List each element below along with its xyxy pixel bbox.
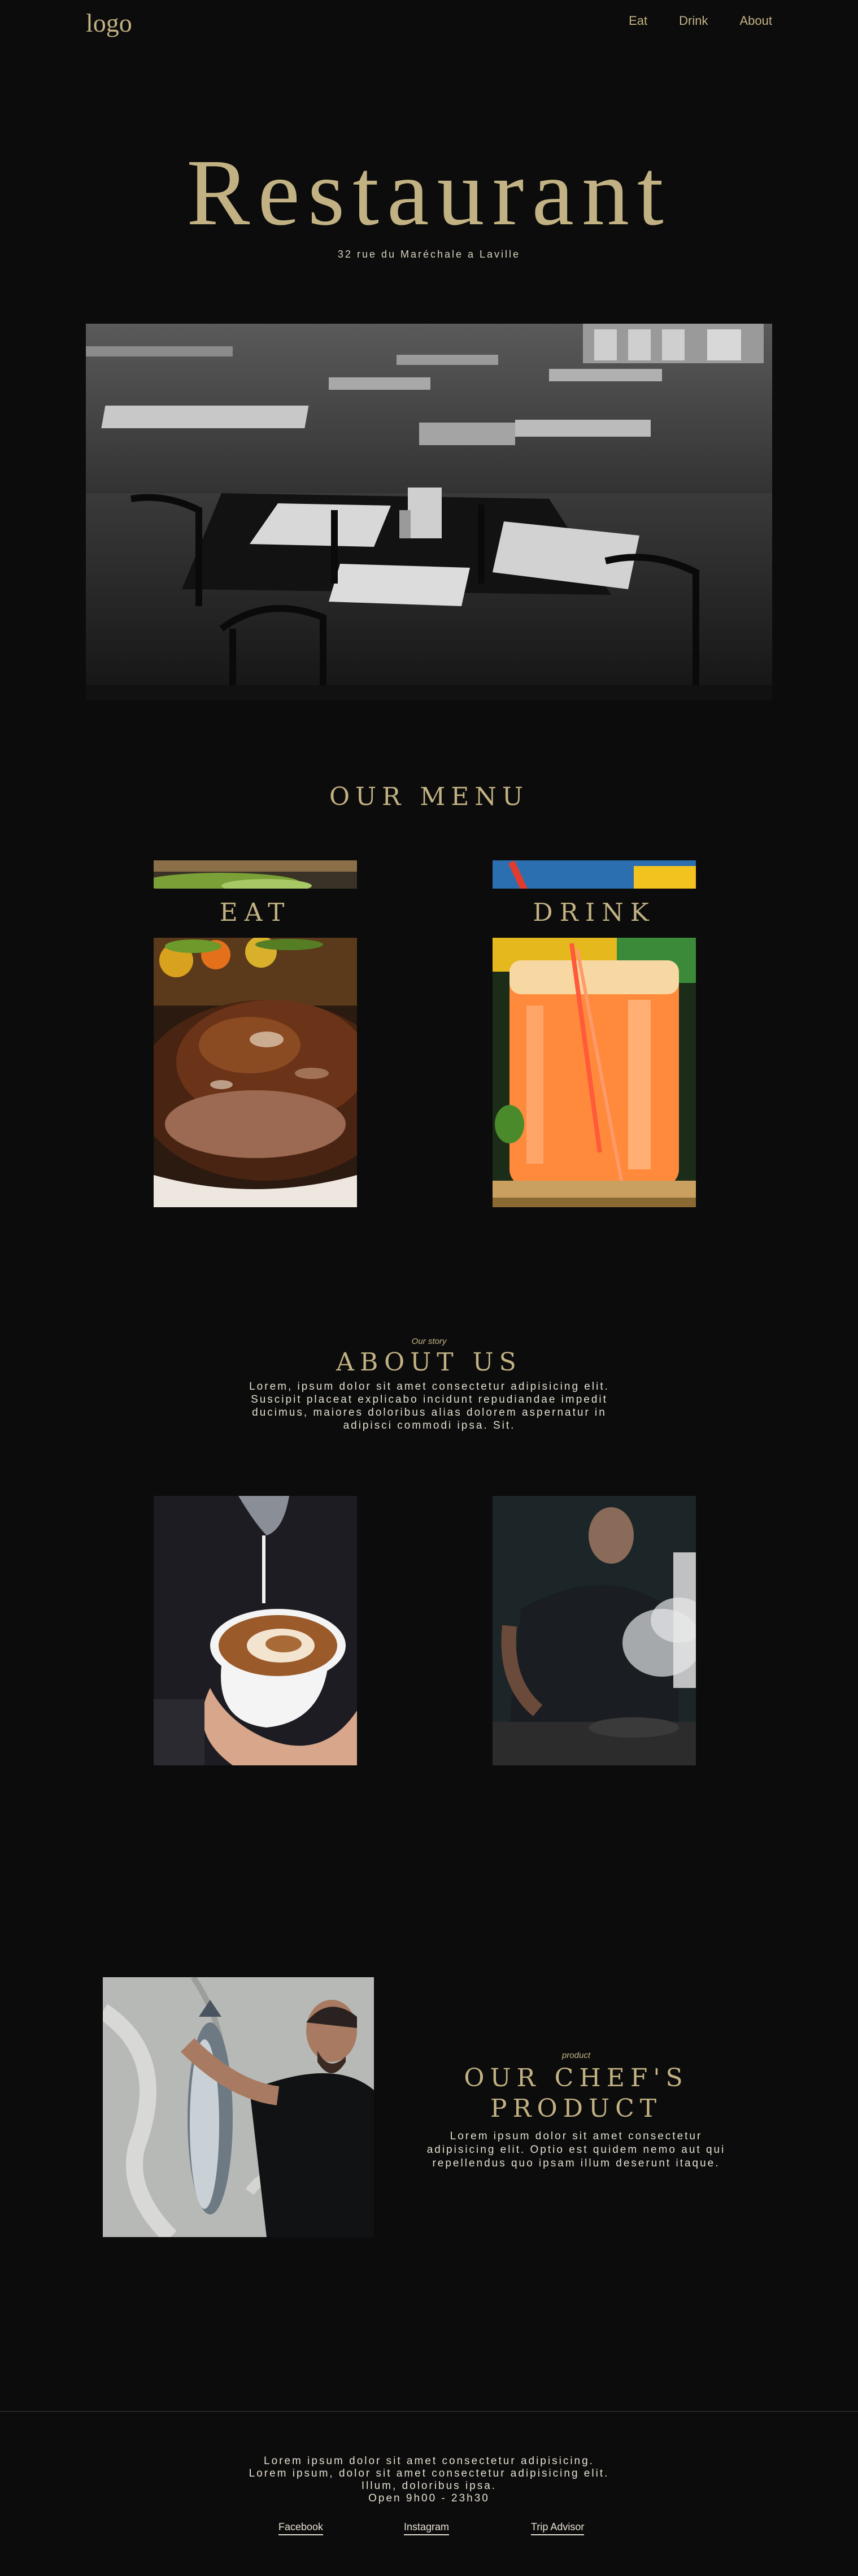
hero-address: 32 rue du Maréchale a Laville [337, 249, 521, 260]
chef-title-line: OUR CHEF'S [464, 2064, 689, 2092]
eat-card-title[interactable]: EAT [154, 898, 357, 927]
facebook-link[interactable]: Facebook [278, 2521, 324, 2535]
chef-cooking-image [493, 1496, 696, 1765]
chef-line: repellendus quo ipsam illum deserunt ita… [432, 2157, 720, 2169]
about-text: Lorem, ipsum dolor sit amet consectetur … [223, 1380, 635, 1432]
eat-top-strip-image [154, 860, 357, 894]
eat-steak-image[interactable] [154, 938, 357, 1207]
drink-cocktail-image[interactable] [493, 938, 696, 1207]
nav-link-eat[interactable]: Eat [629, 14, 647, 28]
chef-line: adipisicing elit. Optio est quidem nemo … [426, 2144, 726, 2156]
drink-card-title[interactable]: DRINK [493, 898, 696, 927]
about-line: adipisci commodi ipsa. Sit. [343, 1420, 516, 1431]
opening-hours: Open 9h00 - 23h30 [368, 2492, 490, 2504]
footer-line: Illum, doloribus ipsa. [361, 2480, 497, 2492]
menu-section-title: OUR MENU [329, 782, 529, 811]
footer-line: Lorem ipsum dolor sit amet consectetur a… [264, 2455, 594, 2467]
footer-text: Lorem ipsum dolor sit amet consectetur a… [0, 2455, 858, 2505]
logo[interactable]: logo [86, 8, 132, 38]
drink-top-strip-image [493, 860, 696, 894]
instagram-link[interactable]: Instagram [404, 2521, 450, 2535]
latte-art-image [154, 1496, 357, 1765]
main-nav: Eat Drink About [629, 14, 772, 28]
about-line: Suscipit placeat explicabo incidunt repu… [251, 1394, 608, 1406]
chef-eyebrow: product [561, 2051, 591, 2060]
chef-title-line: PRODUCT [490, 2094, 663, 2123]
footer-divider [0, 2411, 858, 2412]
chef-text: Lorem ipsum dolor sit amet consectetur a… [412, 2130, 740, 2170]
about-section-title: ABOUT US [336, 1348, 522, 1377]
nav-link-drink[interactable]: Drink [679, 14, 708, 28]
restaurant-interior-image [86, 324, 772, 700]
chef-holding-fish-image [103, 1977, 374, 2237]
trip-advisor-link[interactable]: Trip Advisor [531, 2521, 585, 2535]
about-line: Lorem, ipsum dolor sit amet consectetur … [249, 1381, 609, 1393]
about-eyebrow: Our story [411, 1337, 447, 1346]
hero-title: Restaurant [186, 140, 672, 245]
about-line: ducimus, maiores doloribus alias dolorem… [252, 1407, 607, 1418]
chef-section-title: OUR CHEF'S PRODUCT [412, 2063, 740, 2124]
footer-line: Lorem ipsum, dolor sit amet consectetur … [249, 2468, 609, 2479]
chef-line: Lorem ipsum dolor sit amet consectetur [450, 2130, 703, 2142]
nav-link-about[interactable]: About [740, 14, 773, 28]
